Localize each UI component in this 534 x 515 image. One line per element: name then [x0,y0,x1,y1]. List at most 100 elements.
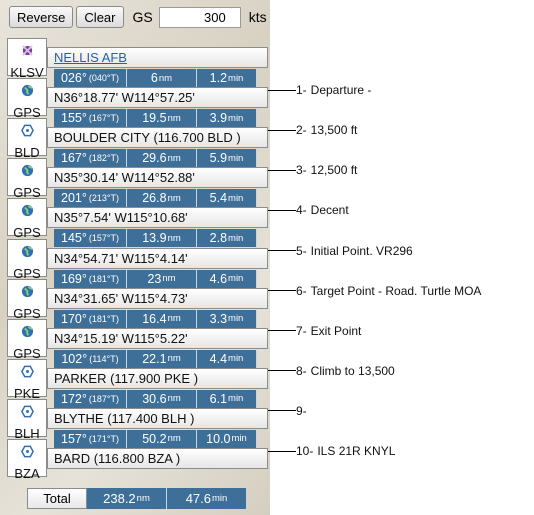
annotation-note: 1- Departure - [268,83,371,97]
waypoint-name[interactable]: N34°31.65' W115°4.73' [47,287,268,309]
note-number: 9- [296,403,307,418]
waypoint-icon-gps[interactable]: GPS [7,278,47,321]
leg-row: 157° (171°T) 50.2 nm 10.0 min [54,429,257,448]
airport-icon [21,39,34,62]
waypoint-label: N34°15.19' W115°5.22' [54,330,188,346]
leg-time: 5.4 min [197,189,257,208]
waypoint-link[interactable]: NELLIS AFB [54,50,127,65]
waypoint-icon-gps[interactable]: GPS [7,78,47,120]
waypoint-icon-bza[interactable]: BZA [7,439,47,481]
leg-distance: 29.6 nm [127,149,197,168]
leader-line [268,290,296,292]
leg-time: 4.4 min [197,349,257,368]
vor-icon [20,400,34,423]
waypoint-code: BZA [14,466,40,481]
leg-course: 172° (187°T) [54,389,127,408]
leader-line [268,330,296,332]
note-number: 8- [296,363,307,378]
leg-time: 10.0 min [197,429,257,448]
annotation-note: 9- [268,404,311,418]
waypoint-icon-bld[interactable]: BLD [7,118,47,160]
note-number: 5- [296,243,307,258]
waypoint-icon-gps[interactable]: GPS [7,318,47,361]
waypoint-name[interactable]: N34°15.19' W115°5.22' [47,327,268,349]
waypoint-label: BLYTHE (117.400 BLH ) [54,410,195,426]
note-text: 12,500 ft [310,163,358,178]
waypoint-name[interactable]: N35°30.14' W114°52.88' [47,167,268,189]
leg-time: 6.1 min [197,389,257,408]
flight-plan-panel: Reverse Clear GS kts KLSV NELLIS AFB GPS N3… [0,0,270,515]
total-label: Total [27,488,87,509]
gps-globe-icon [21,159,34,182]
leg-course: 102° (114°T) [54,349,127,368]
gps-globe-icon [21,280,34,303]
waypoint-icon-gps[interactable]: GPS [7,198,47,240]
waypoint-label: PARKER (117.900 PKE ) [54,370,199,386]
leader-line [268,250,296,251]
leg-course: 167° (182°T) [54,149,127,168]
leader-line [268,129,296,131]
annotation-note: 6- Target Point - Road. Turtle MOA [268,284,481,298]
waypoint-name[interactable]: NELLIS AFB [47,47,268,68]
leg-course: 026° (040°T) [54,69,127,87]
leader-line [268,209,296,211]
waypoint-icon-pke[interactable]: PKE [7,358,47,401]
leg-row: 145° (157°T) 13.9 nm 2.8 min [54,229,257,248]
annotation-note: 3- 12,500 ft [268,163,357,177]
leg-distance: 23 nm [127,269,197,288]
leg-distance: 19.5 nm [127,109,197,128]
waypoint-icon-gps[interactable]: GPS [7,158,47,200]
waypoint-label: N36°18.77' W114°57.25' [54,90,195,106]
gps-globe-icon [21,79,34,102]
waypoint-name[interactable]: N34°54.71' W115°4.14' [47,247,268,269]
waypoint-name[interactable]: BOULDER CITY (116.700 BLD ) [47,127,268,149]
waypoint-name[interactable]: N35°7.54' W115°10.68' [47,207,268,229]
clear-button[interactable]: Clear [76,6,124,28]
vor-icon [20,119,34,142]
annotation-note: 8- Climb to 13,500 [268,364,395,378]
leader-line [268,410,296,412]
waypoint-icon-klsv[interactable]: KLSV [7,38,47,80]
annotation-note: 7- Exit Point [268,324,361,338]
leg-distance: 50.2 nm [127,429,197,448]
gps-globe-icon [21,199,34,222]
ground-speed-label: GS [132,9,153,25]
leader-line [268,450,296,452]
waypoint-icon-blh[interactable]: BLH [7,398,47,441]
waypoint-label: BOULDER CITY (116.700 BLD ) [54,130,241,146]
leg-time: 2.8 min [197,229,257,248]
toolbar: Reverse Clear GS kts [9,6,267,28]
waypoint-label: BARD (116.800 BZA ) [54,451,181,466]
note-number: 2- [296,123,307,138]
note-text: 13,500 ft [310,123,358,138]
waypoint-name[interactable]: PARKER (117.900 PKE ) [47,367,268,389]
waypoint-name[interactable]: N36°18.77' W114°57.25' [47,87,268,109]
leg-course: 155° (167°T) [54,109,127,128]
note-text: Climb to 13,500 [310,363,395,378]
note-text: Exit Point [310,323,362,338]
waypoint-label: N34°31.65' W115°4.73' [54,290,188,306]
leg-row: 201° (213°T) 26.8 nm 5.4 min [54,189,257,208]
leg-row: 155° (167°T) 19.5 nm 3.9 min [54,109,257,128]
vor-icon [20,440,34,463]
leg-distance: 22.1 nm [127,349,197,368]
reverse-button[interactable]: Reverse [9,6,74,28]
waypoint-icon-gps[interactable]: GPS [7,238,47,281]
ground-speed-input[interactable] [158,6,241,28]
note-number: 6- [296,283,307,298]
annotation-note: 4- Decent [268,203,349,217]
annotation-note: 5- Initial Point. VR296 [268,244,413,258]
leg-row: 102° (114°T) 22.1 nm 4.4 min [54,349,257,368]
waypoint-label: N35°30.14' W114°52.88' [54,170,195,186]
leg-time: 3.3 min [197,309,257,328]
waypoint-name[interactable]: BARD (116.800 BZA ) [47,448,268,469]
total-distance: 238.2 nm [87,488,167,509]
gps-globe-icon [21,320,34,343]
leg-distance: 26.8 nm [127,189,197,208]
annotation-note: 10- ILS 21R KNYL [268,444,395,458]
leg-time: 4.6 min [197,269,257,288]
leg-distance: 6 nm [127,69,197,87]
waypoint-name[interactable]: BLYTHE (117.400 BLH ) [47,407,268,429]
total-row: Total 238.2 nm 47.6 min [27,488,247,509]
note-text: Departure - [310,83,372,98]
